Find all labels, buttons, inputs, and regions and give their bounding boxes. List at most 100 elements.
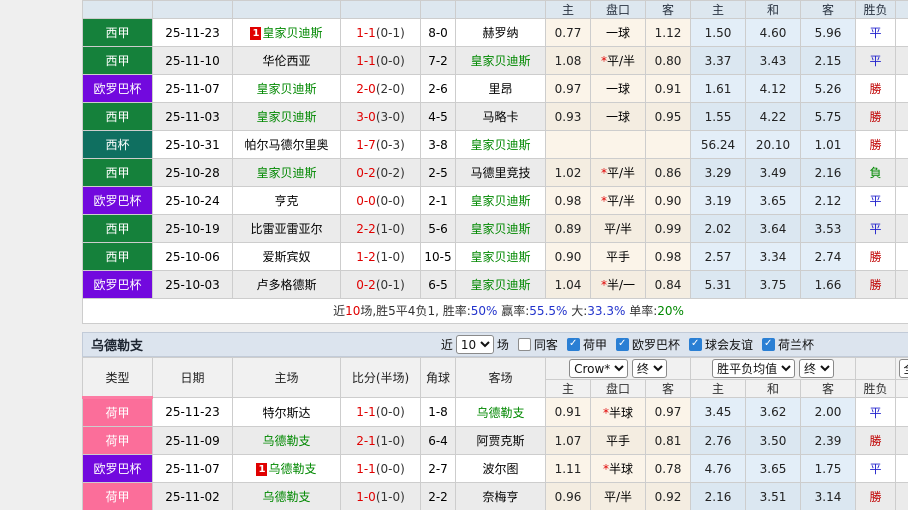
date-cell: 25-11-23 [152, 18, 233, 47]
fulltime-score: 1-1 [356, 405, 376, 419]
away-team-link[interactable]: 皇家贝迪斯 [470, 138, 530, 152]
league-filter-checkbox[interactable] [761, 338, 775, 351]
away-team-link[interactable]: 皇家贝迪斯 [470, 194, 530, 208]
date-cell: 25-10-28 [152, 158, 233, 187]
handicap-away-odds: 1.12 [645, 18, 691, 47]
league-filter-checkbox[interactable] [566, 338, 580, 351]
summary-segment: 场,胜5平4负1, 胜率: [360, 304, 471, 318]
result-badge: 勝 [869, 250, 882, 264]
away-team-link[interactable]: 乌德勒支 [476, 406, 524, 420]
league-filter-label: 荷甲 [582, 338, 607, 352]
away-team-cell: 奈梅亨 [455, 482, 546, 510]
date-cell: 25-11-07 [152, 454, 233, 483]
league-cell: 欧罗巴杯 [82, 74, 153, 103]
home-team-link[interactable]: 皇家贝迪斯 [262, 26, 322, 40]
home-team-link[interactable]: 爱斯宾奴 [262, 250, 310, 264]
away-team-link[interactable]: 马德里竞技 [470, 166, 530, 180]
handicap-final-select[interactable]: 终 [631, 359, 667, 378]
home-team-link[interactable]: 皇家贝迪斯 [256, 110, 316, 124]
date-cell: 25-11-10 [152, 46, 233, 75]
result-badge: 平 [869, 462, 882, 476]
away-team-link[interactable]: 皇家贝迪斯 [470, 250, 530, 264]
odds-draw: 4.22 [745, 102, 801, 131]
corners-cell: 2-7 [420, 454, 456, 483]
bookmaker-select[interactable]: Crow* [569, 359, 629, 378]
result-cell: 平 [855, 454, 897, 483]
result-cell: 勝 [855, 102, 896, 131]
away-team-link[interactable]: 里昂 [488, 82, 512, 96]
away-team-link[interactable]: 皇家贝迪斯 [470, 54, 530, 68]
handicap-away-odds: 0.84 [645, 270, 691, 299]
halftime-score: (1-0) [375, 221, 405, 236]
away-team-link[interactable]: 皇家贝迪斯 [470, 278, 530, 292]
home-team-link[interactable]: 帕尔马德尔里奥 [244, 138, 328, 152]
league-filter-checkbox[interactable] [615, 338, 629, 351]
odds-draw: 3.51 [745, 482, 802, 510]
home-team-link[interactable]: 华伦西亚 [262, 54, 310, 68]
handicap-line: 一球 [590, 102, 646, 131]
odds-home-win: 2.76 [690, 426, 747, 455]
handicap-home-odds: 0.93 [545, 102, 591, 131]
league-cell: 西甲 [82, 102, 153, 131]
home-team-link[interactable]: 乌德勒支 [262, 490, 310, 504]
same-away-checkbox[interactable] [517, 338, 531, 351]
col-header-odds-away: 客 [800, 0, 856, 19]
home-team-link[interactable]: 比雷亚雷亚尔 [250, 222, 322, 236]
clipped-select[interactable]: 全 [898, 359, 908, 378]
odds-final-select[interactable]: 终 [798, 359, 834, 378]
home-team-cell: 乌德勒支 [232, 482, 341, 510]
odds-away-win: 2.00 [800, 397, 857, 427]
halftime-score: (1-0) [375, 249, 405, 264]
handicap-home-odds: 0.98 [545, 186, 591, 215]
home-team-link[interactable]: 皇家贝迪斯 [256, 82, 316, 96]
fulltime-score: 3-0 [356, 109, 376, 124]
handicap-line: *半球 [590, 454, 646, 483]
corners-cell: 2-1 [420, 186, 456, 215]
home-team-link[interactable]: 皇家贝迪斯 [256, 166, 316, 180]
home-team-link[interactable]: 乌德勒支 [268, 462, 316, 476]
odds-draw: 3.64 [745, 214, 801, 243]
league-filter-checkbox[interactable] [688, 338, 702, 351]
subcol-result: 胜负 [855, 379, 897, 398]
score-cell: 0-2(0-2) [340, 158, 421, 187]
corners-cell: 6-5 [420, 270, 456, 299]
header-spacer-cell [232, 0, 341, 19]
avg-odds-select[interactable]: 胜平负均值 [712, 359, 796, 378]
halftime-score: (0-0) [375, 193, 405, 208]
handicap-away-odds: 0.98 [645, 242, 691, 271]
match-row: 西甲 25-11-10 华伦西亚 1-1(0-0) 7-2 皇家贝迪斯 1.08 *平/半 0.… [82, 46, 908, 75]
date-cell: 25-10-06 [152, 242, 233, 271]
header-spacer-cell [152, 0, 233, 19]
away-team-link[interactable]: 阿贾克斯 [476, 434, 524, 448]
handicap-line: *平/半 [590, 46, 646, 75]
handicap-line: 平/半 [590, 482, 646, 510]
result-header-spacer [855, 357, 897, 380]
corners-cell: 2-2 [420, 482, 456, 510]
home-team-link[interactable]: 特尔斯达 [262, 406, 310, 420]
header-spacer-cell [82, 0, 153, 19]
result-cell: 勝 [855, 74, 896, 103]
away-team-link[interactable]: 波尔图 [482, 462, 518, 476]
home-team-link[interactable]: 亨克 [274, 194, 298, 208]
odds-home-win: 3.37 [690, 46, 746, 75]
odds-draw: 3.34 [745, 242, 801, 271]
score-cell: 1-2(1-0) [340, 242, 421, 271]
home-team-link[interactable]: 乌德勒支 [262, 434, 310, 448]
away-team-cell: 乌德勒支 [455, 397, 546, 427]
odds-draw: 3.62 [745, 397, 802, 427]
near-count-select[interactable]: 10 [455, 335, 494, 354]
handicap-home-odds: 0.89 [545, 214, 591, 243]
away-team-link[interactable]: 皇家贝迪斯 [470, 222, 530, 236]
home-team-link[interactable]: 卢多格德斯 [256, 278, 316, 292]
handicap-home-odds: 0.90 [545, 242, 591, 271]
subcol-odds-draw: 和 [745, 379, 802, 398]
home-team-cell: 1 皇家贝迪斯 [232, 18, 341, 47]
odds-home-win: 1.50 [690, 18, 746, 47]
home-team-cell: 爱斯宾奴 [232, 242, 341, 271]
result-cell: 勝 [855, 482, 897, 510]
away-team-link[interactable]: 奈梅亨 [482, 490, 518, 504]
away-team-link[interactable]: 马略卡 [482, 110, 518, 124]
away-team-link[interactable]: 赫罗纳 [482, 26, 518, 40]
odds-away-win: 1.75 [800, 454, 857, 483]
